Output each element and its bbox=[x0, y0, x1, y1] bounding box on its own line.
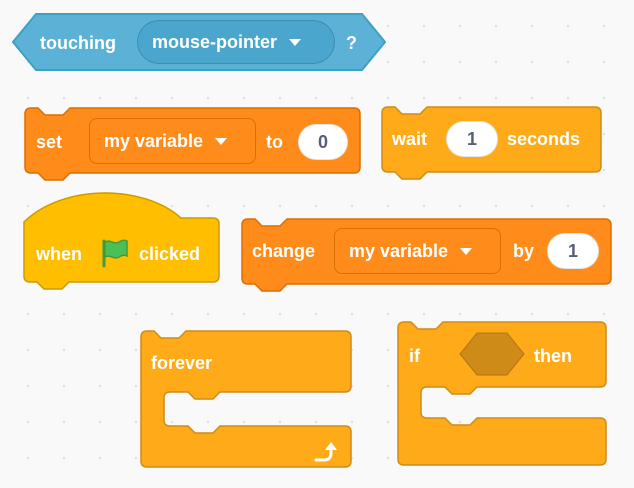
change-label: change bbox=[252, 241, 316, 261]
set-variable-dropdown[interactable]: my variable bbox=[89, 118, 256, 164]
set-label: set bbox=[36, 132, 63, 152]
change-variable-dropdown[interactable]: my variable bbox=[334, 228, 501, 274]
change-by-label: by bbox=[513, 241, 535, 261]
touching-question-mark: ? bbox=[346, 33, 357, 53]
if-label: if bbox=[409, 346, 420, 366]
dropdown-caret-icon bbox=[289, 38, 302, 46]
green-flag-icon bbox=[102, 239, 128, 268]
clicked-label: clicked bbox=[139, 244, 201, 264]
wait-seconds-input[interactable]: 1 bbox=[446, 121, 498, 157]
when-label: when bbox=[36, 244, 83, 264]
touching-target-value: mouse-pointer bbox=[152, 31, 278, 52]
touching-target-dropdown[interactable]: mouse-pointer bbox=[137, 20, 335, 64]
forever-label: forever bbox=[151, 353, 213, 373]
if-condition-slot[interactable] bbox=[459, 332, 525, 376]
loop-arrow-icon bbox=[314, 442, 337, 462]
dropdown-caret-icon bbox=[215, 137, 228, 145]
set-variable-value: my variable bbox=[104, 130, 204, 151]
set-to-label: to bbox=[266, 132, 283, 152]
set-value-input[interactable]: 0 bbox=[298, 124, 348, 160]
touching-label: touching bbox=[40, 33, 116, 53]
then-label: then bbox=[534, 346, 572, 366]
wait-label: wait bbox=[392, 129, 428, 149]
dropdown-caret-icon bbox=[460, 247, 473, 255]
wait-seconds-label: seconds bbox=[507, 129, 581, 149]
change-value-input[interactable]: 1 bbox=[547, 233, 599, 269]
change-variable-value: my variable bbox=[349, 240, 449, 261]
